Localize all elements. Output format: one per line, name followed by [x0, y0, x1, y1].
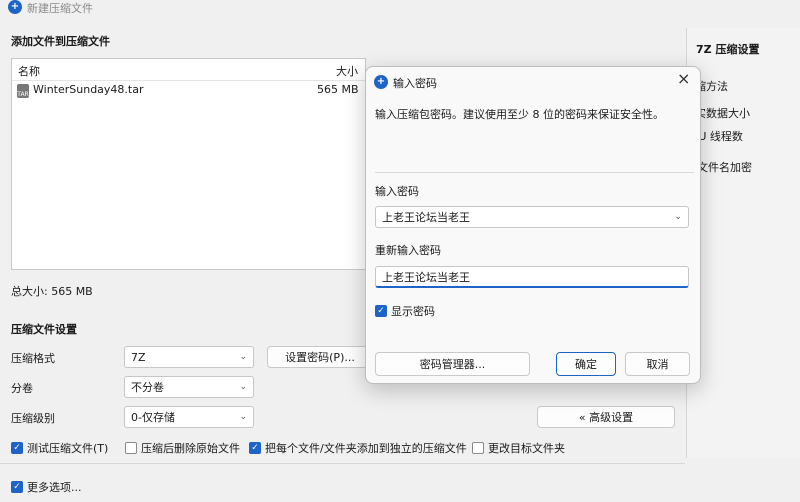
- checkbox-checked-icon: ✓: [375, 305, 387, 317]
- checkbox-label: 显示密码: [391, 305, 435, 318]
- chevron-down-icon: ⌄: [239, 412, 247, 422]
- checkbox-unchecked-icon: [125, 442, 137, 454]
- right-panel-title: 7Z 压缩设置: [696, 43, 760, 56]
- checkbox-label: 把每个文件/文件夹添加到独立的压缩文件: [265, 442, 467, 455]
- checkbox-label: 测试压缩文件(T): [27, 442, 109, 455]
- password-label: 输入密码: [375, 185, 419, 198]
- app-icon: +: [8, 0, 22, 14]
- tar-file-icon: TAR: [17, 84, 29, 98]
- file-list-header: 名称 大小: [12, 59, 365, 81]
- right-panel: 7Z 压缩设置 压缩方法 固实数据大小 CPU 线程数 ✓ 文件名加密: [681, 28, 800, 458]
- reenter-password-input[interactable]: 上老王论坛当老王: [375, 266, 689, 288]
- reenter-value: 上老王论坛当老王: [382, 270, 470, 284]
- file-name: WinterSunday48.tar: [33, 83, 144, 96]
- level-value: 0-仅存储: [131, 411, 175, 424]
- password-input[interactable]: 上老王论坛当老王 ⌄: [375, 206, 689, 228]
- reenter-label: 重新输入密码: [375, 244, 441, 257]
- total-size: 总大小: 565 MB: [11, 285, 93, 298]
- file-list[interactable]: 名称 大小 TAR WinterSunday48.tar 565 MB: [11, 58, 366, 270]
- format-value: 7Z: [131, 350, 146, 364]
- cancel-button[interactable]: 取消: [625, 352, 690, 376]
- settings-title: 压缩文件设置: [11, 323, 77, 336]
- format-select[interactable]: 7Z ⌄: [124, 346, 254, 368]
- checkbox-unchecked-icon: [472, 442, 484, 454]
- dialog-divider: [375, 172, 694, 173]
- dialog-title: 输入密码: [393, 77, 437, 90]
- checkbox-label: 文件名加密: [697, 161, 752, 174]
- column-name[interactable]: 名称: [18, 63, 40, 79]
- close-icon[interactable]: ×: [677, 71, 690, 87]
- show-password-checkbox[interactable]: ✓ 显示密码: [375, 303, 435, 319]
- checkbox-label: 更改目标文件夹: [488, 442, 565, 455]
- column-size[interactable]: 大小: [336, 63, 358, 79]
- checkbox-label: 压缩后删除原始文件: [141, 442, 240, 455]
- format-label: 压缩格式: [11, 352, 55, 365]
- dialog-app-icon: +: [374, 75, 388, 89]
- delete-after-checkbox[interactable]: 压缩后删除原始文件: [125, 440, 240, 456]
- files-section-title: 添加文件到压缩文件: [11, 35, 110, 48]
- split-label: 分卷: [11, 382, 33, 395]
- bottom-divider: [0, 463, 685, 464]
- split-select[interactable]: 不分卷 ⌄: [124, 376, 254, 398]
- file-size: 565 MB: [317, 83, 359, 96]
- separate-archives-checkbox[interactable]: ✓ 把每个文件/文件夹添加到独立的压缩文件: [249, 440, 467, 456]
- level-label: 压缩级别: [11, 412, 55, 425]
- checkbox-checked-icon: ✓: [11, 481, 23, 493]
- level-select[interactable]: 0-仅存储 ⌄: [124, 406, 254, 428]
- dialog-description: 输入压缩包密码。建议使用至少 8 位的密码来保证安全性。: [375, 108, 664, 121]
- ok-button[interactable]: 确定: [556, 352, 616, 376]
- password-dialog: + 输入密码 × 输入压缩包密码。建议使用至少 8 位的密码来保证安全性。 输入…: [365, 66, 701, 384]
- table-row[interactable]: TAR WinterSunday48.tar 565 MB: [12, 81, 365, 103]
- chevron-down-icon: ⌄: [239, 382, 247, 392]
- chevron-down-icon: ⌄: [239, 352, 247, 362]
- more-options-checkbox[interactable]: ✓ 更多选项...: [11, 479, 82, 495]
- password-manager-button[interactable]: 密码管理器...: [375, 352, 530, 376]
- password-value: 上老王论坛当老王: [382, 211, 470, 224]
- test-archive-checkbox[interactable]: ✓ 测试压缩文件(T): [11, 440, 108, 456]
- change-folder-checkbox[interactable]: 更改目标文件夹: [472, 440, 565, 456]
- checkbox-label: 更多选项...: [27, 481, 82, 494]
- chevron-down-icon[interactable]: ⌄: [674, 212, 682, 222]
- advanced-settings-button[interactable]: « 高级设置: [537, 406, 675, 428]
- window-title: 新建压缩文件: [27, 2, 93, 15]
- checkbox-checked-icon: ✓: [11, 442, 23, 454]
- split-value: 不分卷: [131, 381, 164, 394]
- set-password-button[interactable]: 设置密码(P)...: [267, 346, 373, 368]
- checkbox-checked-icon: ✓: [249, 442, 261, 454]
